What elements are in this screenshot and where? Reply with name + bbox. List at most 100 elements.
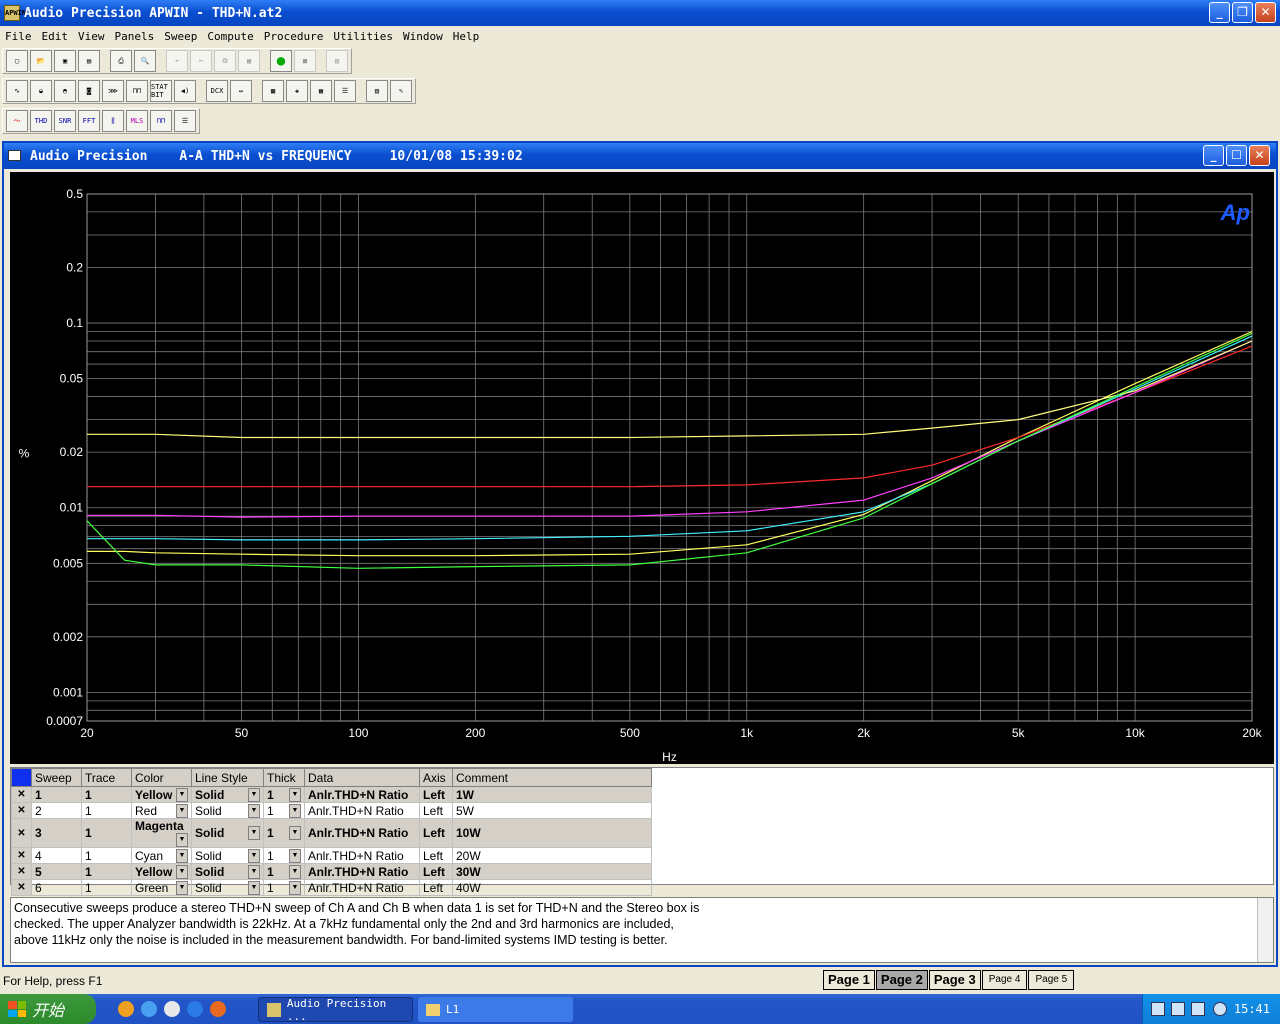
filter-icon[interactable]: ◓ — [54, 80, 76, 102]
quicklaunch-ie-icon[interactable] — [141, 1001, 157, 1017]
cell-color[interactable]: Red ▼ — [131, 802, 192, 819]
col-thick[interactable]: Thick — [263, 768, 305, 787]
dropdown-arrow-icon[interactable]: ▼ — [248, 787, 260, 802]
freq-response-icon[interactable]: 〜 — [6, 110, 28, 132]
dropdown-arrow-icon[interactable]: ▼ — [248, 864, 260, 879]
cell-thick[interactable]: 1 ▼ — [263, 847, 305, 864]
table-row[interactable]: ✕ 2 1 Red ▼ Solid ▼ 1 ▼ Anlr.THD+N Ratio Left 5W — [11, 802, 652, 819]
cell-comment[interactable]: 5W — [452, 802, 652, 819]
dropdown-arrow-icon[interactable]: ▼ — [176, 803, 188, 818]
help-tray-icon[interactable] — [1171, 1002, 1185, 1016]
cell-axis[interactable]: Left — [419, 802, 453, 819]
cell-thick[interactable]: 1 ▼ — [263, 786, 305, 803]
go-icon[interactable]: ● — [270, 50, 292, 72]
task-audio-precision[interactable]: Audio Precision ... — [258, 997, 413, 1023]
cell-thick[interactable]: 1 ▼ — [263, 863, 305, 880]
minimize-button[interactable]: _ — [1209, 2, 1230, 23]
thd-n-chart[interactable]: 0.0007 0.001 0.002 0.005 0.01 0.02 0.05 0.1 0.2 0… — [10, 172, 1274, 764]
dropdown-arrow-icon[interactable]: ▼ — [289, 787, 301, 802]
table-row[interactable]: ✕ 5 1 Yellow ▼ Solid ▼ 1 ▼ Anlr.THD+N Ratio Left 30… — [11, 863, 652, 880]
col-comment[interactable]: Comment — [452, 768, 652, 787]
table-row[interactable]: ✕ 1 1 Yellow ▼ Solid ▼ 1 ▼ Anlr.THD+N Ratio Left 1W — [11, 786, 652, 803]
tray-expand-icon[interactable] — [1213, 1002, 1227, 1016]
graph-minimize-button[interactable]: _ — [1203, 145, 1224, 166]
cell-axis[interactable]: Left — [419, 863, 453, 880]
menu-view[interactable]: View — [73, 30, 110, 43]
menu-compute[interactable]: Compute — [202, 30, 258, 43]
cell-color[interactable]: Yellow ▼ — [131, 863, 192, 880]
page-tab-5[interactable]: Page 5 — [1028, 970, 1075, 990]
dropdown-arrow-icon[interactable]: ▼ — [248, 803, 260, 818]
undo-icon[interactable]: ↶ — [166, 50, 188, 72]
mls-icon[interactable]: MLS — [126, 110, 148, 132]
dcx-icon[interactable]: DCX — [206, 80, 228, 102]
list-icon[interactable]: ☰ — [174, 110, 196, 132]
dropdown-arrow-icon[interactable]: ▼ — [248, 848, 260, 863]
page-tab-1[interactable]: Page 1 — [823, 970, 875, 990]
cell-comment[interactable]: 10W — [452, 818, 652, 848]
graph-panel-icon[interactable]: ▩ — [262, 80, 284, 102]
dropdown-arrow-icon[interactable]: ▼ — [176, 848, 188, 863]
cell-data[interactable]: Anlr.THD+N Ratio — [304, 786, 420, 803]
close-button[interactable]: ✕ — [1255, 2, 1276, 23]
cell-thick[interactable]: 1 ▼ — [263, 818, 305, 848]
dropdown-arrow-icon[interactable]: ▼ — [176, 833, 188, 847]
cell-thick[interactable]: 1 ▼ — [263, 879, 305, 896]
cell-data[interactable]: Anlr.THD+N Ratio — [304, 863, 420, 880]
cell-data[interactable]: Anlr.THD+N Ratio — [304, 818, 420, 848]
start-button[interactable]: 开始 — [0, 994, 96, 1024]
cell-comment[interactable]: 30W — [452, 863, 652, 880]
col-trace[interactable]: Trace — [81, 768, 132, 787]
data-editor-icon[interactable]: ☰ — [334, 80, 356, 102]
menu-procedure[interactable]: Procedure — [259, 30, 329, 43]
page-tab-2[interactable]: Page 2 — [875, 970, 928, 990]
cell-color[interactable]: Cyan ▼ — [131, 847, 192, 864]
snr-icon[interactable]: SNR — [54, 110, 76, 132]
col-data[interactable]: Data — [304, 768, 420, 787]
quicklaunch-browser-icon[interactable] — [187, 1001, 203, 1017]
cell-color[interactable]: Magenta ▼ — [131, 818, 192, 848]
cell-line-style[interactable]: Solid ▼ — [191, 802, 264, 819]
col-line-style[interactable]: Line Style — [191, 768, 264, 787]
save-icon[interactable]: ▣ — [54, 50, 76, 72]
multitone-icon[interactable]: ⫼ — [102, 110, 124, 132]
graph-icon[interactable]: ▥ — [326, 50, 348, 72]
menu-help[interactable]: Help — [448, 30, 485, 43]
page-tab-4[interactable]: Page 4 — [981, 970, 1028, 990]
keyboard-icon[interactable] — [1151, 1002, 1165, 1016]
col-color[interactable]: Color — [131, 768, 192, 787]
cell-comment[interactable]: 1W — [452, 786, 652, 803]
cell-trace[interactable]: 1 — [81, 818, 132, 848]
dropdown-arrow-icon[interactable]: ▼ — [248, 826, 260, 840]
cell-data[interactable]: Anlr.THD+N Ratio — [304, 879, 420, 896]
menu-file[interactable]: File — [0, 30, 37, 43]
switcher-icon[interactable]: ↔ — [230, 80, 252, 102]
cell-line-style[interactable]: Solid ▼ — [191, 879, 264, 896]
cell-line-style[interactable]: Solid ▼ — [191, 847, 264, 864]
graph-close-button[interactable]: ✕ — [1249, 145, 1270, 166]
row-enable-checkbox[interactable]: ✕ — [11, 879, 32, 896]
cell-trace[interactable]: 1 — [81, 847, 132, 864]
cell-color[interactable]: Green ▼ — [131, 879, 192, 896]
cell-comment[interactable]: 20W — [452, 847, 652, 864]
fft-icon[interactable]: FFT — [78, 110, 100, 132]
cell-trace[interactable]: 1 — [81, 879, 132, 896]
digital-io-icon[interactable]: ⊓⊓ — [126, 80, 148, 102]
restore-button[interactable]: ❐ — [1232, 2, 1253, 23]
dropdown-arrow-icon[interactable]: ▼ — [289, 848, 301, 863]
plot-area[interactable]: 0.0007 0.001 0.002 0.005 0.01 0.02 0.05 0.1 0.2 0… — [10, 172, 1274, 764]
menu-edit[interactable]: Edit — [37, 30, 74, 43]
notes-textbox[interactable]: Consecutive sweeps produce a stereo THD+… — [10, 897, 1274, 963]
notes-scrollbar[interactable] — [1257, 898, 1273, 962]
dropdown-arrow-icon[interactable]: ▼ — [289, 803, 301, 818]
analyzer-icon[interactable]: ◒ — [30, 80, 52, 102]
dropdown-arrow-icon[interactable]: ▼ — [176, 880, 188, 895]
generator-icon[interactable]: ∿ — [6, 80, 28, 102]
graph-maximize-button[interactable]: ☐ — [1226, 145, 1247, 166]
menu-sweep[interactable]: Sweep — [159, 30, 202, 43]
quicklaunch-media-icon[interactable] — [164, 1001, 180, 1017]
cell-sweep[interactable]: 5 — [31, 863, 82, 880]
cell-data[interactable]: Anlr.THD+N Ratio — [304, 847, 420, 864]
print-icon[interactable]: ⎙ — [110, 50, 132, 72]
dsp-icon[interactable]: ◙ — [78, 80, 100, 102]
